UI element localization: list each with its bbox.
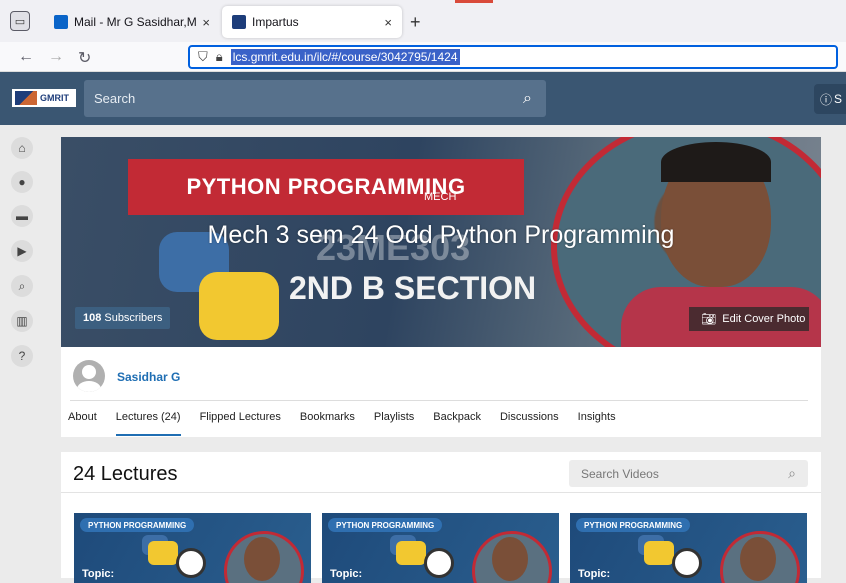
tab-bookmarks[interactable]: Bookmarks bbox=[300, 411, 355, 436]
lecture-topic: Topic: bbox=[330, 568, 363, 580]
address-bar[interactable]: ⛉ 🔒︎ lcs.gmrit.edu.in/ilc/#/course/30427… bbox=[188, 45, 838, 69]
global-search-input[interactable]: Search ⌕ bbox=[84, 80, 546, 117]
video-search-placeholder: Search Videos bbox=[581, 466, 659, 481]
lectures-panel: 24 Lectures Search Videos ⌕ PYTHON PROGR… bbox=[61, 452, 821, 583]
play-icon[interactable] bbox=[424, 548, 454, 578]
python-logo-yellow bbox=[644, 541, 674, 565]
url-text[interactable]: lcs.gmrit.edu.in/ilc/#/course/3042795/14… bbox=[230, 49, 460, 65]
tab-about[interactable]: About bbox=[68, 411, 97, 436]
divider bbox=[70, 400, 808, 401]
shield-icon[interactable]: ⛉ bbox=[198, 49, 208, 65]
classroom-icon[interactable]: ● bbox=[11, 171, 33, 193]
lock-icon[interactable]: 🔒︎ bbox=[216, 49, 223, 65]
tab-title: Impartus bbox=[252, 15, 299, 29]
lectures-heading: 24 Lectures bbox=[73, 463, 178, 485]
forward-arrow-icon[interactable]: → bbox=[48, 48, 64, 66]
logo-mark-icon bbox=[15, 91, 37, 105]
subscribers-badge[interactable]: 108 Subscribers bbox=[75, 307, 171, 329]
browser-tab-mail[interactable]: Mail - Mr G Sasidhar,Mech - Ou × bbox=[44, 6, 220, 38]
edit-cover-label: Edit Cover Photo bbox=[722, 313, 806, 325]
tab-discussions[interactable]: Discussions bbox=[500, 411, 559, 436]
tab-title: Mail - Mr G Sasidhar,Mech - Ou bbox=[74, 15, 197, 29]
tab-backpack[interactable]: Backpack bbox=[433, 411, 481, 436]
lecture-card[interactable]: PYTHON PROGRAMMING Topic: bbox=[322, 513, 559, 583]
browser-tab-bar: ▭ Mail - Mr G Sasidhar,Mech - Ou × Impar… bbox=[0, 0, 846, 42]
help-label: S bbox=[834, 92, 843, 106]
search-icon[interactable]: ⌕ bbox=[11, 275, 33, 297]
search-icon[interactable]: ⌕ bbox=[788, 465, 796, 482]
analytics-icon[interactable]: ▥ bbox=[11, 310, 33, 332]
left-sidebar: ⌂ ● ▬ ▶ ⌕ ▥ ? bbox=[0, 125, 42, 578]
subscribers-count: 108 bbox=[83, 312, 102, 324]
lecture-topic: Topic: bbox=[82, 568, 115, 580]
instructor-thumb-face bbox=[740, 537, 776, 581]
help-button[interactable]: ⓘ S bbox=[814, 84, 846, 114]
instructor-thumb-face bbox=[492, 537, 528, 581]
tab-indicator bbox=[455, 0, 493, 3]
scrollbar[interactable] bbox=[833, 125, 846, 578]
course-title: Mech 3 sem 24 Odd Python Programming bbox=[207, 221, 675, 249]
play-icon[interactable] bbox=[176, 548, 206, 578]
lecture-card[interactable]: PYTHON PROGRAMMING Topic: bbox=[570, 513, 807, 583]
lecture-topic: Topic: bbox=[578, 568, 611, 580]
search-icon[interactable]: ⌕ bbox=[523, 90, 532, 108]
lecture-card[interactable]: PYTHON PROGRAMMING Topic: bbox=[74, 513, 311, 583]
outlook-favicon-icon bbox=[54, 15, 68, 29]
back-arrow-icon[interactable]: ← bbox=[18, 48, 34, 66]
tab-lectures[interactable]: Lectures (24) bbox=[115, 411, 181, 436]
new-tab-button[interactable]: + bbox=[410, 12, 421, 33]
subscribers-label: Subscribers bbox=[104, 312, 163, 324]
cover-banner: PYTHON PROGRAMMING bbox=[128, 159, 524, 215]
browser-nav-bar: ← → ↻ ⛉ 🔒︎ lcs.gmrit.edu.in/ilc/#/course… bbox=[0, 42, 846, 72]
course-cover: PYTHON PROGRAMMING MECH 23ME303 2ND B SE… bbox=[61, 137, 821, 347]
video-library-icon[interactable]: ▶ bbox=[11, 240, 33, 262]
owner-name-link[interactable]: Sasidhar G bbox=[117, 370, 180, 384]
python-logo-yellow bbox=[396, 541, 426, 565]
lecture-card-pill: PYTHON PROGRAMMING bbox=[328, 518, 443, 532]
cover-section: 2ND B SECTION bbox=[289, 270, 537, 306]
help-icon[interactable]: ? bbox=[11, 345, 33, 367]
folder-icon[interactable]: ▬ bbox=[11, 205, 33, 227]
tab-list-button[interactable]: ▭ bbox=[10, 11, 30, 31]
tab-insights[interactable]: Insights bbox=[578, 411, 616, 436]
close-tab-icon[interactable]: × bbox=[384, 15, 392, 30]
home-icon[interactable]: ⌂ bbox=[11, 137, 33, 159]
camera-icon: 📷︎ bbox=[701, 312, 717, 326]
play-icon[interactable] bbox=[672, 548, 702, 578]
reload-icon[interactable]: ↻ bbox=[78, 48, 91, 68]
search-placeholder: Search bbox=[94, 91, 136, 106]
video-search-input[interactable]: Search Videos ⌕ bbox=[569, 460, 808, 487]
divider bbox=[61, 492, 821, 493]
python-logo-yellow bbox=[148, 541, 178, 565]
avatar[interactable] bbox=[73, 360, 105, 392]
lecture-card-pill: PYTHON PROGRAMMING bbox=[80, 518, 195, 532]
app-header: GMRIT Search ⌕ ⓘ S bbox=[0, 72, 846, 125]
gmrit-logo[interactable]: GMRIT bbox=[12, 89, 76, 107]
instructor-thumb-face bbox=[244, 537, 280, 581]
logo-text: GMRIT bbox=[40, 93, 69, 103]
tab-flipped-lectures[interactable]: Flipped Lectures bbox=[200, 411, 281, 436]
cover-dept-label: MECH bbox=[424, 191, 457, 203]
lecture-card-pill: PYTHON PROGRAMMING bbox=[576, 518, 691, 532]
browser-tab-impartus[interactable]: Impartus × bbox=[222, 6, 402, 38]
tab-playlists[interactable]: Playlists bbox=[374, 411, 414, 436]
help-icon: ⓘ bbox=[820, 92, 833, 107]
instructor-photo-hair bbox=[661, 142, 771, 182]
course-tabs: About Lectures (24) Flipped Lectures Boo… bbox=[68, 411, 635, 436]
close-tab-icon[interactable]: × bbox=[202, 15, 210, 30]
impartus-favicon-icon bbox=[232, 15, 246, 29]
edit-cover-photo-button[interactable]: 📷︎ Edit Cover Photo bbox=[689, 307, 809, 331]
course-info-panel: Sasidhar G About Lectures (24) Flipped L… bbox=[61, 347, 821, 437]
